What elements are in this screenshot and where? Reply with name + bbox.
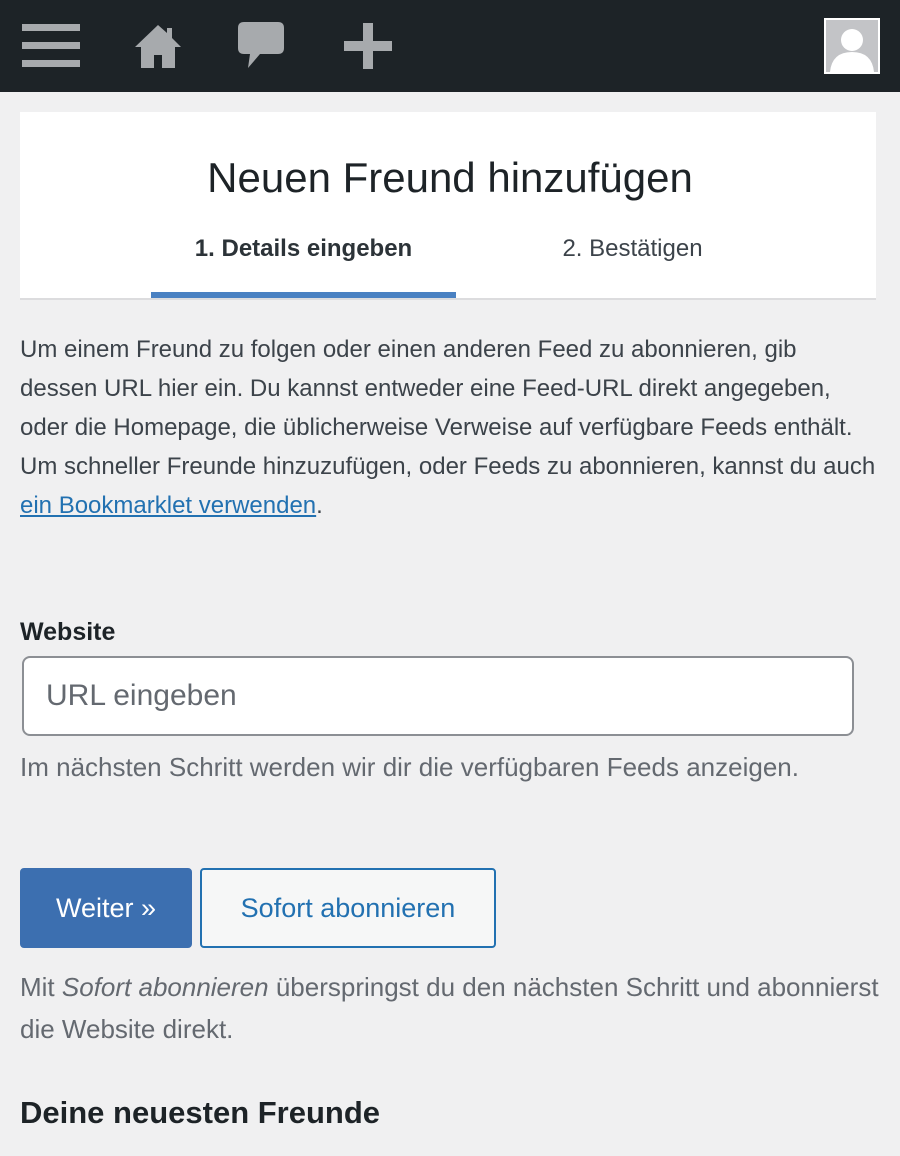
intro-text: Um einem Freund zu folgen oder einen and…: [20, 336, 876, 480]
subscribe-now-button[interactable]: Sofort abonnieren: [200, 868, 496, 948]
next-button[interactable]: Weiter »: [20, 868, 192, 948]
active-tab-indicator: [151, 292, 456, 298]
intro-description: Um einem Freund zu folgen oder einen and…: [20, 330, 880, 525]
plus-icon[interactable]: [340, 0, 396, 92]
note-prefix: Mit: [20, 972, 62, 1002]
home-icon[interactable]: [130, 0, 186, 92]
recent-friends-heading: Deine neuesten Freunde: [20, 1095, 381, 1130]
website-label: Website: [20, 618, 116, 646]
page-title: Neuen Freund hinzufügen: [207, 154, 693, 201]
subscribe-note: Mit Sofort abonnieren überspringst du de…: [20, 966, 880, 1050]
tab-confirm[interactable]: 2. Bestätigen: [480, 228, 785, 300]
note-emphasis: Sofort abonnieren: [61, 972, 269, 1002]
user-avatar-icon[interactable]: [824, 18, 880, 74]
hamburger-menu-icon[interactable]: [18, 0, 84, 92]
intro-suffix: .: [316, 492, 323, 519]
bookmarklet-link[interactable]: ein Bookmarklet verwenden: [20, 492, 316, 519]
website-url-input[interactable]: [22, 656, 854, 736]
speech-bubble-icon[interactable]: [233, 0, 289, 92]
website-hint: Im nächsten Schritt werden wir dir die v…: [20, 752, 799, 782]
tab-details[interactable]: 1. Details eingeben: [151, 228, 456, 300]
admin-bar: [0, 0, 900, 92]
